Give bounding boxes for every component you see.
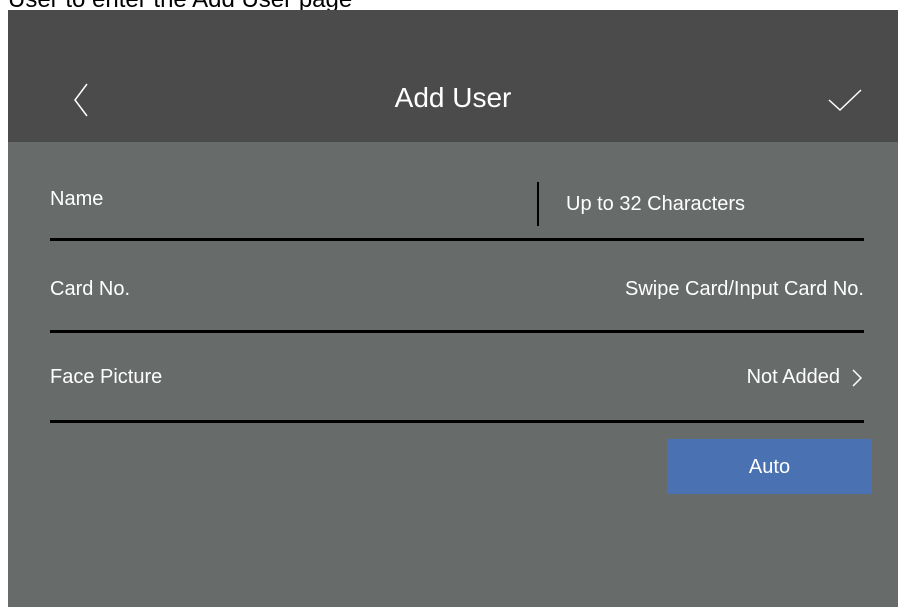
- name-label: Name: [50, 188, 104, 210]
- face-picture-label: Face Picture: [50, 366, 163, 388]
- face-picture-value: Not Added: [746, 366, 840, 388]
- auto-button[interactable]: Auto: [667, 439, 872, 494]
- checkmark-icon: [828, 89, 862, 112]
- divider: [50, 420, 864, 423]
- name-row[interactable]: Name: [50, 150, 864, 238]
- card-no-row[interactable]: Card No. Swipe Card/Input Card No.: [50, 242, 864, 330]
- confirm-button[interactable]: [823, 80, 867, 120]
- face-picture-status: Not Added: [747, 366, 864, 389]
- page-title: Add User: [394, 82, 512, 113]
- header-bar: Add User: [8, 10, 898, 142]
- text-cursor: [537, 182, 539, 226]
- card-no-label: Card No.: [50, 278, 131, 300]
- divider: [50, 238, 864, 241]
- name-input[interactable]: [550, 184, 864, 224]
- card-no-value: Swipe Card/Input Card No.: [624, 278, 864, 300]
- chevron-right-icon: [852, 369, 863, 387]
- add-user-screen: Add User Name Card No. Swipe Card/Input …: [8, 10, 898, 607]
- face-picture-row[interactable]: Face Picture Not Added: [50, 333, 864, 421]
